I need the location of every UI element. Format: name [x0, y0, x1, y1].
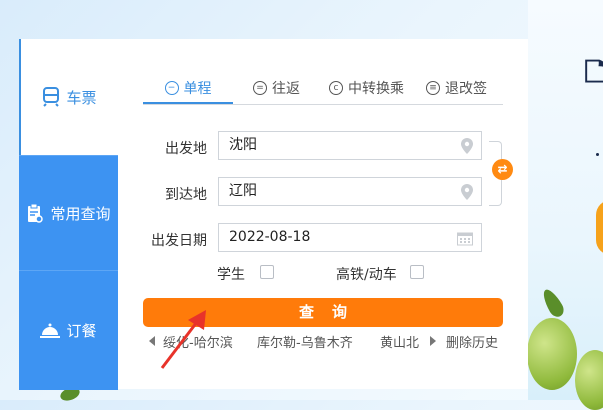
train-icon: [43, 87, 60, 107]
sidebar-item-meal-order[interactable]: 订餐: [19, 270, 118, 390]
clear-history-link[interactable]: 删除历史: [446, 332, 498, 351]
highspeed-label: 高铁/动车: [336, 267, 397, 283]
history-item[interactable]: 库尔勒-乌鲁木齐: [257, 332, 353, 351]
highspeed-checkbox[interactable]: [410, 265, 424, 279]
refund-circle-icon: ≡: [426, 81, 440, 95]
lime-decoration: [575, 350, 603, 410]
sidebar-item-label: 订餐: [66, 322, 97, 340]
sidebar: 车票 常用查询 订餐: [19, 39, 118, 390]
from-label: 出发地: [165, 141, 207, 157]
from-station-input[interactable]: 沈阳: [218, 131, 482, 160]
lime-decoration: [527, 318, 577, 390]
food-cloche-icon: [40, 323, 61, 338]
sidebar-item-label: 常用查询: [50, 205, 111, 223]
student-label: 学生: [217, 267, 245, 283]
departure-date-input[interactable]: 2022-08-18: [218, 223, 482, 252]
to-station-input[interactable]: 辽阳: [218, 177, 482, 206]
banner-orange-shape: [596, 200, 603, 255]
clipboard-search-icon: [28, 203, 44, 223]
minus-circle-icon: −: [164, 81, 179, 95]
red-pointer-arrow-icon: [160, 310, 206, 369]
tab-one-way[interactable]: − 单程: [143, 74, 233, 104]
trip-type-tabs: − 单程 = 往返 c 中转换乘 ≡ 退改签: [143, 74, 503, 105]
swap-stations-button[interactable]: ⇄: [492, 159, 513, 180]
banner-glyph: 🗅: [584, 52, 603, 92]
history-next-icon[interactable]: [430, 336, 436, 346]
sidebar-item-label: 车票: [66, 88, 97, 107]
tab-round-trip[interactable]: = 往返: [253, 74, 300, 102]
calendar-icon: [457, 232, 473, 246]
date-label: 出发日期: [151, 233, 207, 249]
location-pin-icon: [461, 138, 473, 154]
sidebar-item-tickets[interactable]: 车票: [19, 39, 118, 155]
tab-transfer[interactable]: c 中转换乘: [329, 74, 404, 102]
student-checkbox[interactable]: [260, 265, 274, 279]
equals-circle-icon: =: [253, 81, 267, 95]
location-pin-icon: [461, 184, 473, 200]
sidebar-item-common-queries[interactable]: 常用查询: [19, 155, 118, 271]
banner-dot: [596, 153, 599, 156]
transfer-circle-icon: c: [329, 81, 343, 95]
history-item[interactable]: 黄山北: [380, 332, 419, 351]
history-prev-icon[interactable]: [149, 336, 155, 346]
tab-refund-change[interactable]: ≡ 退改签: [426, 74, 487, 102]
to-label: 到达地: [165, 187, 207, 203]
